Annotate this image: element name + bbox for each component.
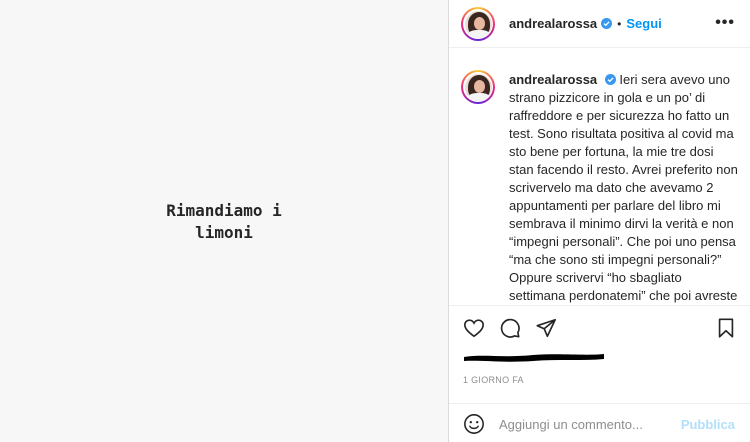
caption-avatar[interactable] bbox=[461, 70, 495, 104]
post-media: Rimandiamo i limoni bbox=[0, 0, 448, 442]
verified-icon bbox=[601, 18, 613, 29]
share-icon[interactable] bbox=[535, 317, 557, 339]
verified-icon bbox=[604, 74, 616, 85]
publish-button[interactable]: Pubblica bbox=[681, 417, 735, 432]
caption-text: Ieri sera avevo uno strano pizzicore in … bbox=[509, 72, 738, 303]
avatar[interactable] bbox=[461, 7, 495, 41]
caption-username[interactable]: andrealarossa bbox=[509, 72, 597, 87]
heart-icon[interactable] bbox=[463, 317, 485, 339]
comment-input[interactable] bbox=[499, 414, 669, 434]
post-side-panel: andrealarossa • Segui ••• andrealarossa … bbox=[448, 0, 750, 442]
bookmark-icon[interactable] bbox=[715, 317, 737, 339]
caption-area[interactable]: andrealarossa Ieri sera avevo uno strano… bbox=[449, 62, 750, 305]
emoji-icon[interactable] bbox=[463, 413, 485, 435]
more-options-icon[interactable]: ••• bbox=[715, 14, 735, 32]
action-bar bbox=[449, 305, 750, 347]
comment-icon[interactable] bbox=[499, 317, 521, 339]
media-text: Rimandiamo i limoni bbox=[166, 201, 282, 242]
post-timestamp[interactable]: 1 GIORNO FA bbox=[463, 375, 524, 385]
caption: andrealarossa Ieri sera avevo uno strano… bbox=[509, 71, 741, 305]
post-header: andrealarossa • Segui ••• bbox=[449, 0, 750, 48]
follow-button[interactable]: Segui bbox=[626, 16, 661, 31]
redacted-likes-text bbox=[464, 354, 604, 362]
header-user: andrealarossa • Segui bbox=[509, 16, 662, 31]
comment-bar: Pubblica bbox=[449, 403, 750, 442]
separator-dot: • bbox=[617, 16, 622, 31]
username-link[interactable]: andrealarossa bbox=[509, 16, 597, 31]
